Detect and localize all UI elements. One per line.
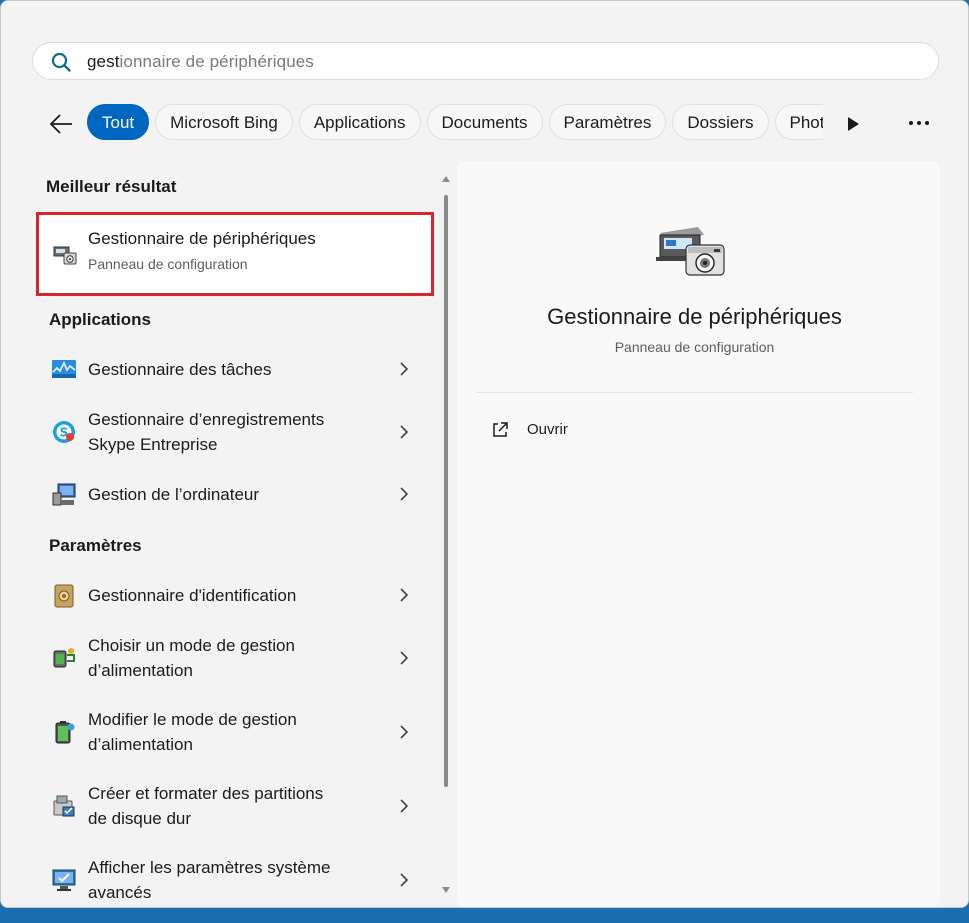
list-item-credential-manager[interactable]: Gestionnaire d'identification <box>37 583 437 609</box>
tab-parametres[interactable]: Paramètres <box>548 104 667 140</box>
item-label: Gestionnaire d'identification <box>88 586 297 605</box>
battery-power-icon <box>55 721 75 744</box>
tab-dossiers[interactable]: Dossiers <box>672 104 769 140</box>
list-item-edit-power-plan[interactable]: Modifier le mode de gestion d’alimentati… <box>37 707 437 757</box>
list-item-skype-recording-manager[interactable]: S Gestionnaire d’enregistrements Skype E… <box>37 407 437 457</box>
tab-tout[interactable]: Tout <box>87 104 150 140</box>
tab-applications[interactable]: Applications <box>298 104 421 140</box>
detail-pane: Gestionnaire de périphériques Panneau de… <box>457 161 940 907</box>
chevron-right-icon <box>400 873 409 887</box>
chevron-right-icon <box>400 725 409 739</box>
back-arrow-icon[interactable] <box>47 111 75 137</box>
skype-icon: S <box>53 421 75 443</box>
section-parametres: Paramètres <box>49 536 142 555</box>
chevron-right-icon <box>400 588 409 602</box>
search-query: gestionnaire de périphériques <box>87 52 314 71</box>
more-options-icon[interactable] <box>906 115 932 131</box>
tab-photos[interactable]: Photos <box>774 104 823 140</box>
credential-manager-icon <box>54 584 74 608</box>
item-label-line2: d’alimentation <box>88 735 193 754</box>
disk-management-icon <box>53 795 75 817</box>
item-label-line1: Choisir un mode de gestion <box>88 636 295 655</box>
open-external-icon <box>493 422 508 437</box>
list-item-advanced-system-settings[interactable]: Afficher les paramètres système avancés <box>37 855 437 905</box>
scrollbar-thumb[interactable] <box>444 195 448 787</box>
tab-documents[interactable]: Documents <box>426 104 543 140</box>
system-settings-icon <box>52 869 76 891</box>
power-options-icon <box>53 648 75 668</box>
chevron-right-icon <box>400 799 409 813</box>
list-item-task-manager[interactable]: Gestionnaire des tâches <box>37 357 437 383</box>
list-item-choose-power-plan[interactable]: Choisir un mode de gestion d’alimentatio… <box>37 633 437 683</box>
detail-title: Gestionnaire de périphériques <box>547 304 842 329</box>
chevron-right-icon <box>400 362 409 376</box>
search-icon <box>51 52 71 72</box>
scroll-tabs-right-icon[interactable] <box>844 114 862 134</box>
item-label-line1: Créer et formater des partitions <box>88 784 324 803</box>
scroll-up-arrow-icon[interactable] <box>441 174 451 184</box>
task-manager-icon <box>52 360 76 378</box>
best-result-subtitle: Panneau de configuration <box>88 256 248 272</box>
item-label: Gestion de l’ordinateur <box>88 485 260 504</box>
detail-divider <box>477 392 913 393</box>
chevron-right-icon <box>400 425 409 439</box>
device-manager-large-icon <box>656 227 725 276</box>
scroll-down-arrow-icon[interactable] <box>441 885 451 895</box>
item-label-line2: d’alimentation <box>88 661 193 680</box>
device-manager-icon <box>53 246 77 265</box>
search-input[interactable]: gestionnaire de périphériques <box>32 42 939 80</box>
item-label-line1: Afficher les paramètres système <box>88 858 331 877</box>
section-best-result: Meilleur résultat <box>46 177 177 196</box>
detail-subtitle: Panneau de configuration <box>614 339 775 355</box>
best-result-title: Gestionnaire de périphériques <box>88 229 316 248</box>
item-label: Gestionnaire des tâches <box>88 360 272 379</box>
chevron-right-icon <box>400 651 409 665</box>
list-item-computer-management[interactable]: Gestion de l’ordinateur <box>37 482 437 508</box>
open-action[interactable]: Ouvrir <box>491 419 691 443</box>
chevron-right-icon <box>400 487 409 501</box>
search-window: gestionnaire de périphériques Tout Micros… <box>0 0 969 908</box>
item-label-line2: de disque dur <box>88 809 192 828</box>
open-label: Ouvrir <box>527 421 568 438</box>
list-item-disk-partitions[interactable]: Créer et formater des partitions de disq… <box>37 781 437 831</box>
best-result-item[interactable]: Gestionnaire de périphériques Panneau de… <box>36 212 434 296</box>
search-autocomplete: ionnaire de périphériques <box>119 52 314 71</box>
item-label-line1: Modifier le mode de gestion <box>88 710 297 729</box>
item-label-line2: avancés <box>88 883 152 902</box>
item-label-line2: Skype Entreprise <box>88 435 218 454</box>
item-label-line1: Gestionnaire d’enregistrements <box>88 410 325 429</box>
computer-management-icon <box>52 483 76 506</box>
section-applications: Applications <box>49 310 152 329</box>
filter-tabs: Tout Microsoft Bing Applications Documents P… <box>87 104 823 142</box>
tab-microsoft-bing[interactable]: Microsoft Bing <box>155 104 293 140</box>
